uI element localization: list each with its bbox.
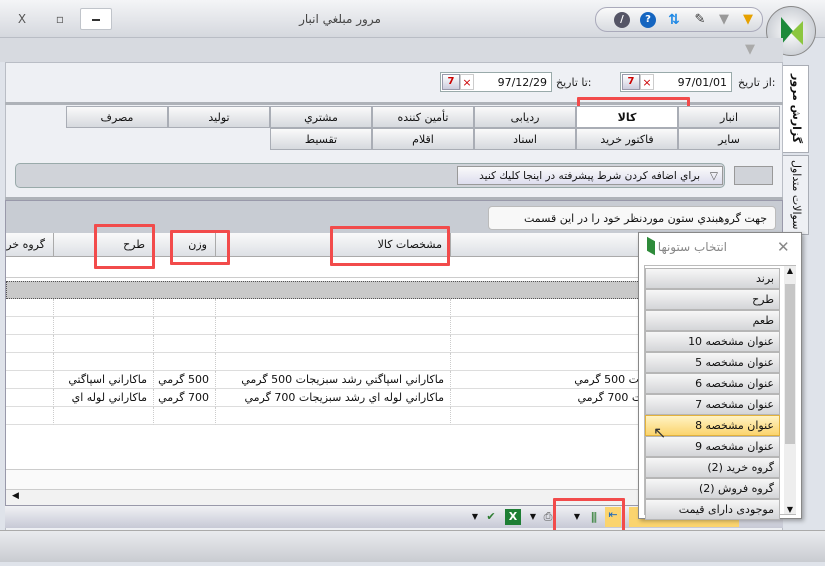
table-cell[interactable] bbox=[6, 407, 54, 425]
table-cell[interactable] bbox=[6, 335, 54, 353]
from-date-label: از تاريخ: bbox=[738, 76, 776, 89]
tab-4[interactable]: مشتري bbox=[270, 106, 372, 128]
column-header[interactable]: وزن bbox=[154, 233, 216, 257]
table-cell[interactable] bbox=[6, 317, 54, 335]
table-cell[interactable] bbox=[54, 407, 154, 425]
table-cell[interactable]: 700 گرمي bbox=[154, 389, 216, 407]
table-cell[interactable]: 500 گرمي bbox=[154, 371, 216, 389]
columns-icon[interactable]: ||| bbox=[585, 509, 601, 525]
splitter[interactable] bbox=[5, 102, 783, 105]
column-chooser-icon[interactable]: ⇤ bbox=[605, 507, 621, 527]
mouse-cursor-icon: ↖ bbox=[653, 423, 667, 442]
excel-icon[interactable]: X bbox=[505, 509, 521, 525]
table-cell[interactable] bbox=[54, 299, 154, 317]
column-chooser-item[interactable]: گروه خرید (2) bbox=[645, 457, 780, 478]
table-cell[interactable] bbox=[154, 335, 216, 353]
clear-icon[interactable]: × bbox=[640, 74, 654, 90]
table-cell[interactable] bbox=[54, 335, 154, 353]
filter-icon[interactable]: ▼ bbox=[716, 12, 732, 28]
column-header[interactable]: گروه خرید bbox=[6, 233, 54, 257]
dropdown-arrow-icon[interactable]: ▼ bbox=[525, 509, 541, 525]
table-cell[interactable] bbox=[6, 371, 54, 389]
side-tab-faq[interactable]: سوالات متداول bbox=[783, 155, 809, 235]
group-hint: جهت گروهبندي ستون موردنظر خود را در اين … bbox=[488, 206, 776, 248]
secondary-bar: ▼ bbox=[0, 38, 783, 62]
table-cell[interactable] bbox=[6, 389, 54, 407]
add-advanced-filter-button[interactable]: ▽ براي اضافه كردن شرط پيشرفته در اينجا ك… bbox=[457, 166, 723, 185]
column-chooser-item[interactable]: برند bbox=[645, 268, 780, 289]
filter-bar: ▽ براي اضافه كردن شرط پيشرفته در اينجا ك… bbox=[15, 163, 725, 188]
popup-title: انتخاب ستونها bbox=[657, 240, 727, 254]
export-icon[interactable]: ✔ bbox=[483, 509, 499, 525]
column-header[interactable]: مشخصات كالا bbox=[216, 233, 451, 257]
from-date-field[interactable]: 7 × 97/01/01 bbox=[620, 72, 732, 92]
table-cell[interactable]: ماکاراني اسپاگتي bbox=[54, 371, 154, 389]
side-tab-report[interactable]: گزارش مرور bbox=[783, 65, 809, 153]
table-cell[interactable]: ماکاراني لوله اي رشد سبزيجات 700 گرمي bbox=[216, 389, 451, 407]
window-title: مرور مبلغي انبار bbox=[299, 12, 381, 26]
table-cell[interactable] bbox=[54, 353, 154, 371]
tab-1[interactable]: کالا bbox=[576, 106, 678, 128]
wrench-icon[interactable]: / bbox=[614, 12, 630, 28]
calendar-icon[interactable]: 7 bbox=[442, 74, 460, 90]
dropdown-arrow-icon[interactable]: ▼ bbox=[569, 509, 585, 525]
help-icon[interactable]: ? bbox=[640, 12, 656, 28]
to-date-label: تا تاريخ: bbox=[556, 76, 592, 89]
status-bar bbox=[0, 530, 825, 562]
table-cell[interactable]: ماکاراني اسپاگتي رشد سبزيجات 500 گرمي bbox=[216, 371, 451, 389]
tab-3[interactable]: تأمین کننده bbox=[372, 106, 474, 128]
table-cell[interactable] bbox=[154, 353, 216, 371]
tab-2[interactable]: ردیابی bbox=[474, 106, 576, 128]
filter-add-icon[interactable]: ▼ bbox=[740, 12, 756, 28]
column-chooser-item[interactable]: عنوان مشخصه 10 bbox=[645, 331, 780, 352]
table-cell[interactable] bbox=[54, 317, 154, 335]
to-date-value[interactable]: 97/12/29 bbox=[474, 76, 551, 89]
title-toolbar: / ? ⇅ ✎ ▼ ▼ bbox=[595, 7, 763, 32]
table-cell[interactable]: ماکاراني لوله اي bbox=[54, 389, 154, 407]
refresh-icon[interactable]: ⇅ bbox=[666, 12, 682, 28]
tab-6[interactable]: مصرف bbox=[66, 106, 168, 128]
close-icon[interactable]: ✕ bbox=[777, 238, 790, 256]
column-chooser-item[interactable]: عنوان مشخصه 6 bbox=[645, 373, 780, 394]
print-icon[interactable]: ⎙ bbox=[540, 509, 556, 525]
from-date-value[interactable]: 97/01/01 bbox=[654, 76, 731, 89]
filter-icon: ▽ bbox=[709, 170, 718, 182]
tab-row2-4[interactable]: تقسیط bbox=[270, 128, 372, 150]
tab-5[interactable]: توليد bbox=[168, 106, 270, 128]
column-header[interactable]: طرح bbox=[54, 233, 154, 257]
tab-row2-1[interactable]: فاکتور خرید bbox=[576, 128, 678, 150]
table-cell[interactable] bbox=[6, 299, 54, 317]
table-cell[interactable] bbox=[216, 299, 451, 317]
tab-row2-2[interactable]: اسناد bbox=[474, 128, 576, 150]
column-chooser-item[interactable]: گروه فروش (2) bbox=[645, 478, 780, 499]
tab-0[interactable]: انبار bbox=[678, 106, 780, 128]
column-chooser-item[interactable]: طرح bbox=[645, 289, 780, 310]
column-chooser-popup: ✕ انتخاب ستونها ▲ ▼ برند طرح طعم عنوان مشخص… bbox=[638, 232, 802, 520]
table-cell[interactable] bbox=[216, 407, 451, 425]
table-cell[interactable] bbox=[154, 317, 216, 335]
dropdown-arrow-icon[interactable]: ▼ bbox=[467, 509, 483, 525]
filter-button-label: براي اضافه كردن شرط پيشرفته در اينجا كلي… bbox=[479, 170, 700, 182]
to-date-field[interactable]: 7 × 97/12/29 bbox=[440, 72, 552, 92]
calendar-icon[interactable]: 7 bbox=[622, 74, 640, 90]
table-cell[interactable] bbox=[216, 317, 451, 335]
title-bar: X ▫ مرور مبلغي انبار / ? ⇅ ✎ ▼ ▼ bbox=[0, 0, 825, 56]
vertical-scrollbar[interactable]: ▲ ▼ bbox=[784, 266, 796, 514]
group-panel[interactable]: جهت گروهبندي ستون موردنظر خود را در اين … bbox=[6, 201, 782, 248]
table-cell[interactable] bbox=[216, 353, 451, 371]
column-chooser-item[interactable]: موجودی دارای قیمت bbox=[645, 499, 780, 520]
tab-row2-0[interactable]: ساير bbox=[678, 128, 780, 150]
edit-icon[interactable]: ✎ bbox=[692, 12, 708, 28]
column-chooser-item[interactable]: عنوان مشخصه 5 bbox=[645, 352, 780, 373]
filter-side-box[interactable] bbox=[734, 166, 773, 185]
column-chooser-item[interactable]: طعم bbox=[645, 310, 780, 331]
table-cell[interactable] bbox=[154, 299, 216, 317]
clear-icon[interactable]: × bbox=[460, 74, 474, 90]
table-cell[interactable] bbox=[6, 353, 54, 371]
table-cell[interactable] bbox=[216, 335, 451, 353]
table-cell[interactable] bbox=[154, 407, 216, 425]
clear-filter-icon[interactable]: ▼ bbox=[745, 42, 755, 57]
tab-row2-3[interactable]: اقلام bbox=[372, 128, 474, 150]
column-chooser-item[interactable]: عنوان مشخصه 7 bbox=[645, 394, 780, 415]
